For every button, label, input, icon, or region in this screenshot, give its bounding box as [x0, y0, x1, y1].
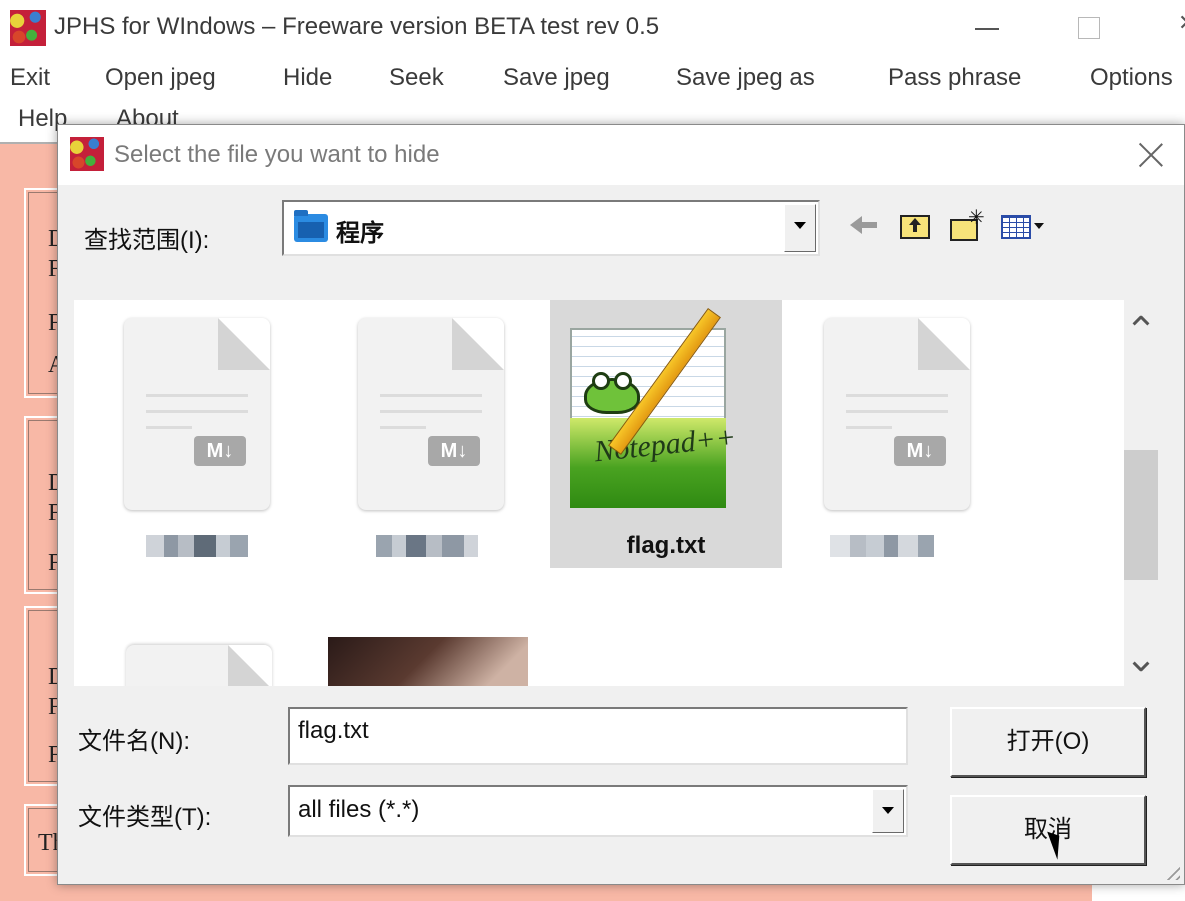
dialog-title: Select the file you want to hide: [114, 141, 440, 168]
file-item[interactable]: M↓: [306, 300, 538, 568]
image-thumbnail[interactable]: [328, 637, 528, 686]
markdown-badge: M↓: [894, 436, 946, 466]
vertical-scrollbar[interactable]: [1124, 300, 1158, 686]
desktop: JPHS for WIndows – Freeware version BETA…: [0, 0, 1185, 901]
file-item-selected[interactable]: Notepad++ flag.txt: [550, 300, 782, 568]
menu-save-jpeg-as[interactable]: Save jpeg as: [676, 64, 815, 92]
blurred-file-name: [830, 535, 934, 557]
main-window-title: JPHS for WIndows – Freeware version BETA…: [54, 13, 660, 40]
grid-view-icon: [1001, 215, 1031, 239]
resize-grip[interactable]: [1162, 862, 1180, 880]
sparkle-icon: ✳: [968, 207, 985, 229]
file-list[interactable]: M↓ M↓ Notepad++ flag.txt M↓: [74, 300, 1124, 686]
file-name-label: flag.txt: [626, 532, 706, 559]
text-line: [846, 426, 892, 429]
text-line: [380, 426, 426, 429]
gecko-eye: [614, 372, 632, 390]
file-type-dropdown[interactable]: all files (*.*): [288, 785, 908, 837]
chevron-down-icon[interactable]: [872, 789, 904, 833]
page-fold: [218, 318, 270, 370]
jphs-app-icon: [10, 10, 46, 46]
text-line: [846, 410, 948, 413]
chevron-down-icon[interactable]: [1133, 658, 1149, 674]
dialog-title-bar: Select the file you want to hide: [58, 125, 1184, 185]
gecko-eye: [592, 372, 610, 390]
page-fold: [452, 318, 504, 370]
text-line: [146, 426, 192, 429]
markdown-file-icon: M↓: [358, 318, 504, 510]
markdown-file-icon[interactable]: [126, 645, 272, 686]
chevron-up-icon[interactable]: [1133, 312, 1149, 328]
text-line: [846, 394, 948, 397]
menu-hide[interactable]: Hide: [283, 64, 332, 92]
file-name-label: 文件名(N):: [78, 728, 190, 755]
file-name-value: flag.txt: [298, 717, 369, 744]
new-folder-icon[interactable]: ✳: [948, 207, 988, 243]
back-arrow-icon[interactable]: [850, 209, 880, 243]
markdown-badge: M↓: [194, 436, 246, 466]
maximize-icon[interactable]: [1078, 17, 1100, 39]
file-type-label: 文件类型(T):: [78, 804, 212, 831]
open-button[interactable]: 打开(O): [950, 707, 1146, 777]
file-open-dialog: Select the file you want to hide 查找范围(I)…: [57, 124, 1185, 885]
file-name-input[interactable]: flag.txt: [288, 707, 908, 765]
main-title-bar: JPHS for WIndows – Freeware version BETA…: [0, 0, 1185, 56]
markdown-file-icon: M↓: [824, 318, 970, 510]
scrollbar-thumb[interactable]: [1124, 450, 1158, 580]
text-line: [380, 410, 482, 413]
markdown-file-icon: M↓: [124, 318, 270, 510]
menu-exit[interactable]: Exit: [10, 64, 50, 92]
close-icon[interactable]: ✕: [1178, 10, 1185, 46]
page-fold: [918, 318, 970, 370]
look-in-label: 查找范围(I):: [84, 227, 210, 254]
file-type-value: all files (*.*): [298, 796, 420, 823]
menu-open-jpeg[interactable]: Open jpeg: [105, 64, 216, 92]
file-item[interactable]: M↓: [74, 300, 304, 568]
text-line: [146, 394, 248, 397]
menu-seek[interactable]: Seek: [389, 64, 444, 92]
blurred-file-name: [376, 535, 478, 557]
look-in-value: 程序: [336, 220, 384, 247]
jphs-app-icon: [70, 137, 104, 171]
text-line: [146, 410, 248, 413]
arrow-up-stem: [913, 224, 917, 232]
blurred-file-name: [146, 535, 248, 557]
view-menu-icon[interactable]: [1001, 209, 1044, 243]
menu-options[interactable]: Options: [1090, 64, 1173, 92]
file-item[interactable]: M↓: [772, 300, 1004, 568]
menu-save-jpeg[interactable]: Save jpeg: [503, 64, 610, 92]
markdown-badge: M↓: [428, 436, 480, 466]
folder-icon: [294, 210, 328, 242]
chevron-down-icon: [1034, 223, 1044, 229]
minimize-icon[interactable]: [975, 28, 999, 30]
page-fold: [228, 645, 272, 686]
menu-pass-phrase[interactable]: Pass phrase: [888, 64, 1021, 92]
up-one-level-icon[interactable]: [898, 209, 934, 243]
close-icon[interactable]: [1134, 137, 1168, 171]
text-line: [380, 394, 482, 397]
look-in-dropdown[interactable]: 程序: [282, 200, 820, 256]
chevron-down-icon[interactable]: [784, 204, 816, 252]
